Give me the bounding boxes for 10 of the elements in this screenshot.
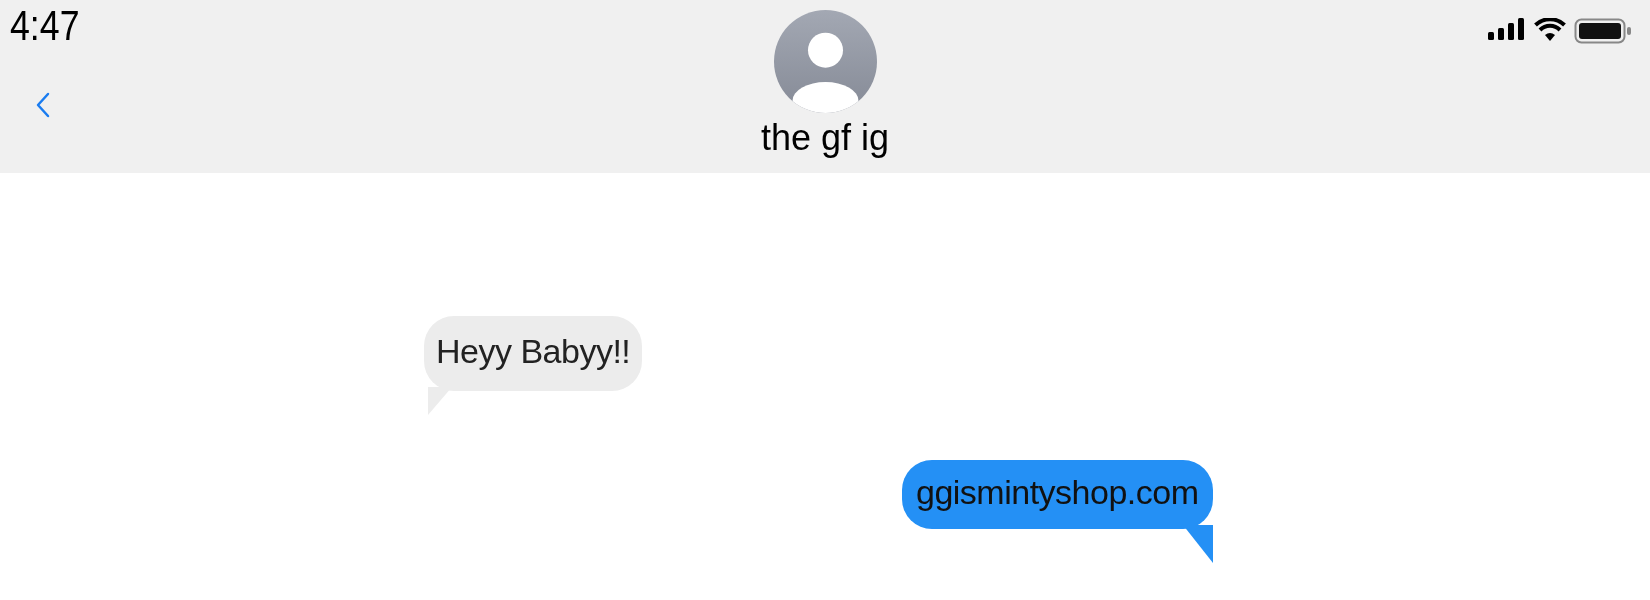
bubble-tail <box>1182 525 1213 563</box>
avatar-icon[interactable] <box>773 10 877 113</box>
back-icon[interactable] <box>36 92 50 118</box>
message-bubble: Heyy Babyy!! <box>424 316 643 391</box>
contact-name[interactable]: the gf ig <box>760 117 890 159</box>
wifi-icon <box>1534 18 1566 42</box>
signal-icon <box>1488 18 1526 40</box>
battery-icon <box>1574 18 1632 44</box>
status-time: 4:47 <box>10 2 80 50</box>
message-bubble: ggismintyshop.com <box>902 460 1213 529</box>
